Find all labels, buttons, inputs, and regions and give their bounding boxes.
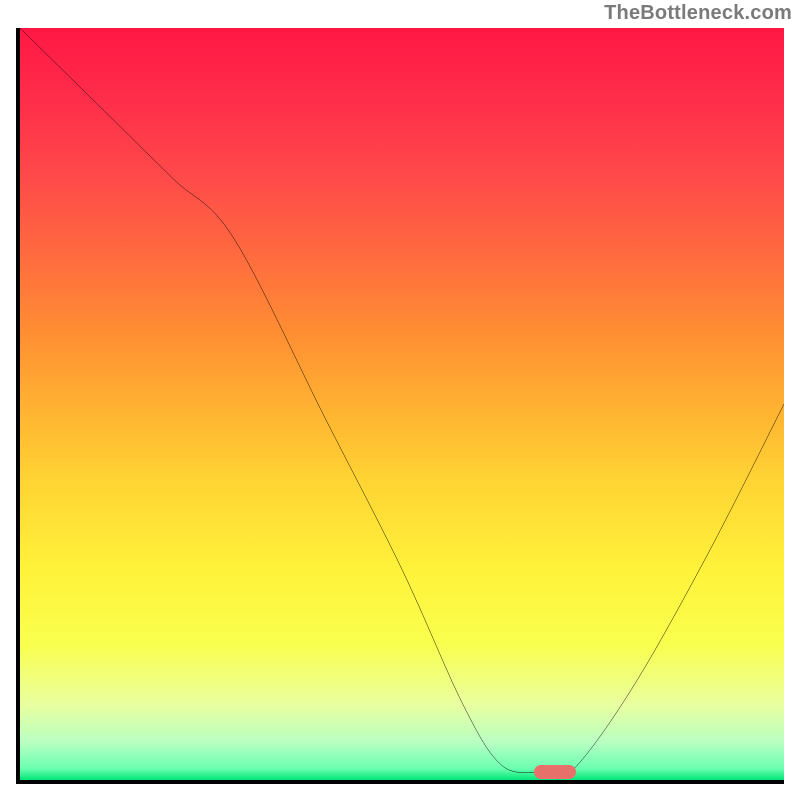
chart-container: TheBottleneck.com: [0, 0, 800, 800]
optimal-marker: [534, 765, 576, 779]
curve-layer: [20, 28, 784, 780]
data-curve: [20, 28, 784, 779]
watermark-text: TheBottleneck.com: [604, 2, 792, 25]
plot-frame: [16, 28, 784, 784]
